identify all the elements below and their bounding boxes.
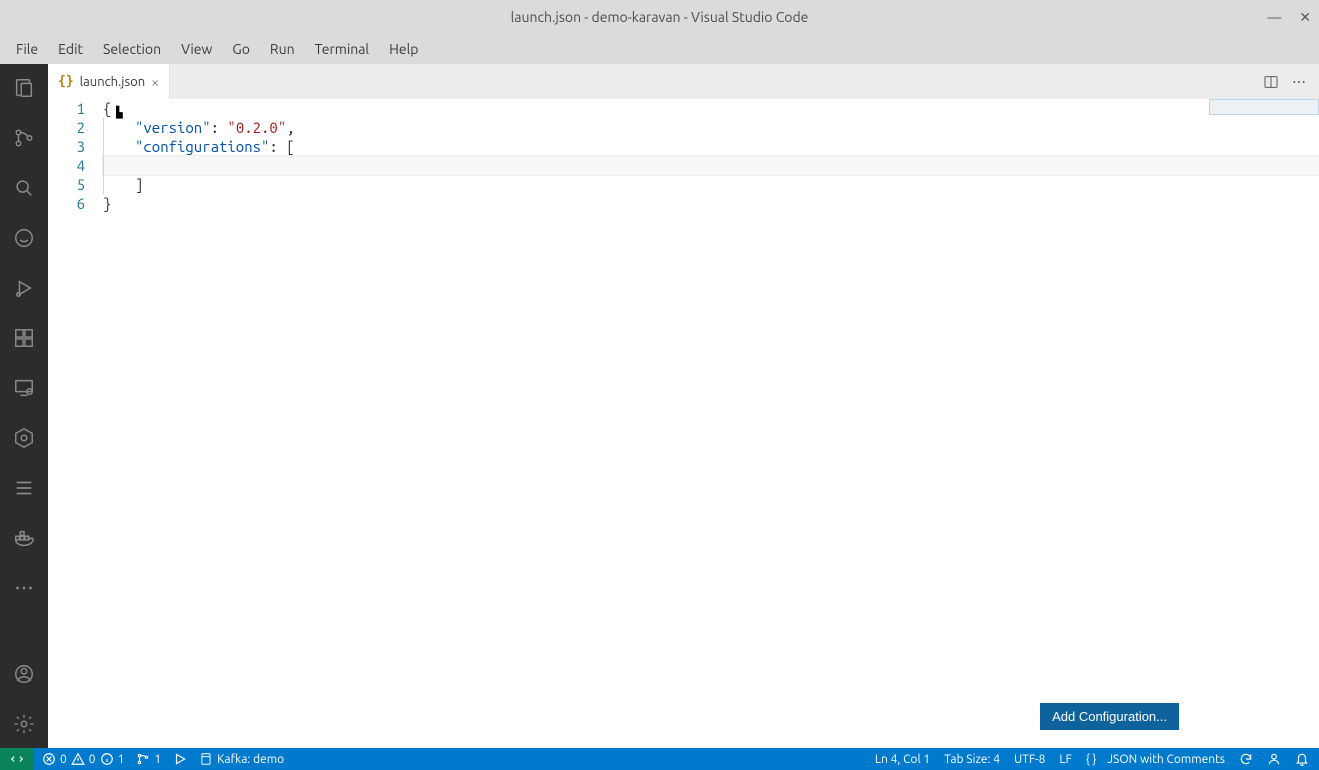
tab-launch-json[interactable]: {} launch.json × <box>48 64 170 99</box>
menu-edit[interactable]: Edit <box>48 37 93 61</box>
docker-icon[interactable] <box>0 522 48 554</box>
tab-close-icon[interactable]: × <box>151 74 159 90</box>
code-editor[interactable]: 123456 ▙ {"version": "0.2.0","configurat… <box>48 99 1319 748</box>
encoding[interactable]: UTF-8 <box>1014 753 1045 766</box>
tab-bar: {} launch.json × <box>48 64 1319 99</box>
code-line[interactable]: { <box>103 99 1319 118</box>
line-number: 5 <box>48 175 85 194</box>
more-icon[interactable] <box>0 572 48 604</box>
line-number: 1 <box>48 99 85 118</box>
menu-view[interactable]: View <box>171 37 222 61</box>
list-icon[interactable] <box>0 472 48 504</box>
remote-indicator[interactable] <box>0 748 34 770</box>
problems-status[interactable]: 0 0 1 <box>42 752 124 766</box>
debug-start-icon[interactable] <box>173 752 187 766</box>
code-content[interactable]: ▙ {"version": "0.2.0","configurations": … <box>103 99 1319 748</box>
settings-gear-icon[interactable] <box>0 708 48 740</box>
language-mode[interactable]: { } JSON with Comments <box>1086 753 1225 766</box>
sync-icon[interactable] <box>1239 752 1253 766</box>
accounts-icon[interactable] <box>0 658 48 690</box>
line-number: 2 <box>48 118 85 137</box>
menu-terminal[interactable]: Terminal <box>305 37 380 61</box>
editor-more-icon[interactable] <box>1291 74 1307 90</box>
menubar: File Edit Selection View Go Run Terminal… <box>0 34 1319 64</box>
explorer-icon[interactable] <box>0 72 48 104</box>
status-bar: 0 0 1 1 Kafka: demo Ln 4, Col 1 Tab Size… <box>0 748 1319 770</box>
titlebar: launch.json - demo-karavan - Visual Stud… <box>0 0 1319 34</box>
minimize-button[interactable]: — <box>1267 9 1281 25</box>
menu-go[interactable]: Go <box>222 37 259 61</box>
close-button[interactable]: ✕ <box>1299 9 1311 26</box>
kafka-status[interactable]: Kafka: demo <box>199 752 284 766</box>
tab-size[interactable]: Tab Size: 4 <box>944 753 1000 766</box>
scm-icon[interactable] <box>0 122 48 154</box>
lang-label: JSON with Comments <box>1107 753 1225 766</box>
code-line[interactable]: "configurations": [ <box>103 137 1319 156</box>
info-count: 1 <box>118 753 125 766</box>
symbol-icon[interactable] <box>0 222 48 254</box>
menu-file[interactable]: File <box>6 37 48 61</box>
kubernetes-icon[interactable] <box>0 422 48 454</box>
activity-bar <box>0 64 48 748</box>
menu-selection[interactable]: Selection <box>93 37 171 61</box>
menu-run[interactable]: Run <box>260 37 305 61</box>
lang-icon: { } <box>1086 753 1097 766</box>
remote-explorer-icon[interactable] <box>0 372 48 404</box>
warning-count: 0 <box>89 753 96 766</box>
split-editor-icon[interactable] <box>1263 74 1279 90</box>
json-file-icon: {} <box>58 74 74 89</box>
kafka-label: Kafka: demo <box>217 753 284 766</box>
line-number-gutter: 123456 <box>48 99 103 748</box>
editor-actions <box>1251 64 1319 99</box>
line-number: 4 <box>48 156 85 175</box>
git-branch-count: 1 <box>154 753 161 766</box>
eol[interactable]: LF <box>1059 753 1071 766</box>
editor-area: {} launch.json × 123456 ▙ {"version": "0… <box>48 64 1319 748</box>
run-debug-icon[interactable] <box>0 272 48 304</box>
error-count: 0 <box>60 753 67 766</box>
code-line[interactable] <box>103 156 1319 175</box>
window-controls: — ✕ <box>1267 0 1311 34</box>
code-line[interactable]: ] <box>103 175 1319 194</box>
window-title: launch.json - demo-karavan - Visual Stud… <box>511 9 809 25</box>
extensions-icon[interactable] <box>0 322 48 354</box>
code-line[interactable]: "version": "0.2.0", <box>103 118 1319 137</box>
code-line[interactable]: } <box>103 194 1319 213</box>
tab-label: launch.json <box>80 75 145 89</box>
line-number: 3 <box>48 137 85 156</box>
git-branch-status[interactable]: 1 <box>136 752 161 766</box>
search-icon[interactable] <box>0 172 48 204</box>
cursor-position[interactable]: Ln 4, Col 1 <box>875 753 930 766</box>
add-configuration-button[interactable]: Add Configuration... <box>1040 703 1179 730</box>
menu-help[interactable]: Help <box>379 37 428 61</box>
feedback-icon[interactable] <box>1267 752 1281 766</box>
bell-icon[interactable] <box>1295 752 1309 766</box>
line-number: 6 <box>48 194 85 213</box>
